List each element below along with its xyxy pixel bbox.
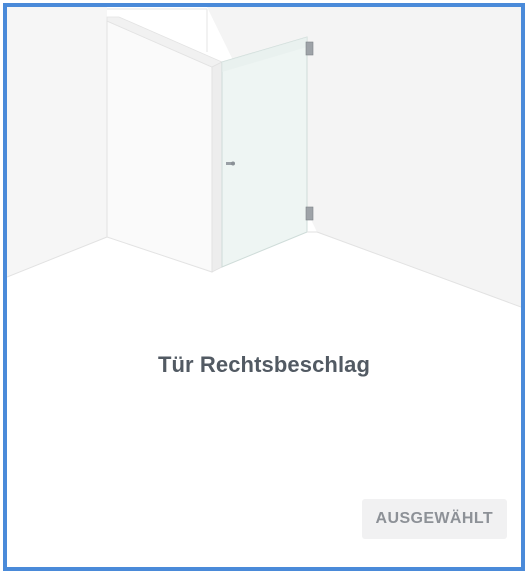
option-title: Tür Rechtsbeschlag	[157, 352, 371, 377]
selected-button[interactable]: AUSGEWÄHLT	[361, 499, 507, 539]
option-card[interactable]: Tür Rechtsbeschlag AUSGEWÄHLT	[3, 3, 525, 571]
shower-door-right-hinge-illustration	[7, 7, 521, 317]
